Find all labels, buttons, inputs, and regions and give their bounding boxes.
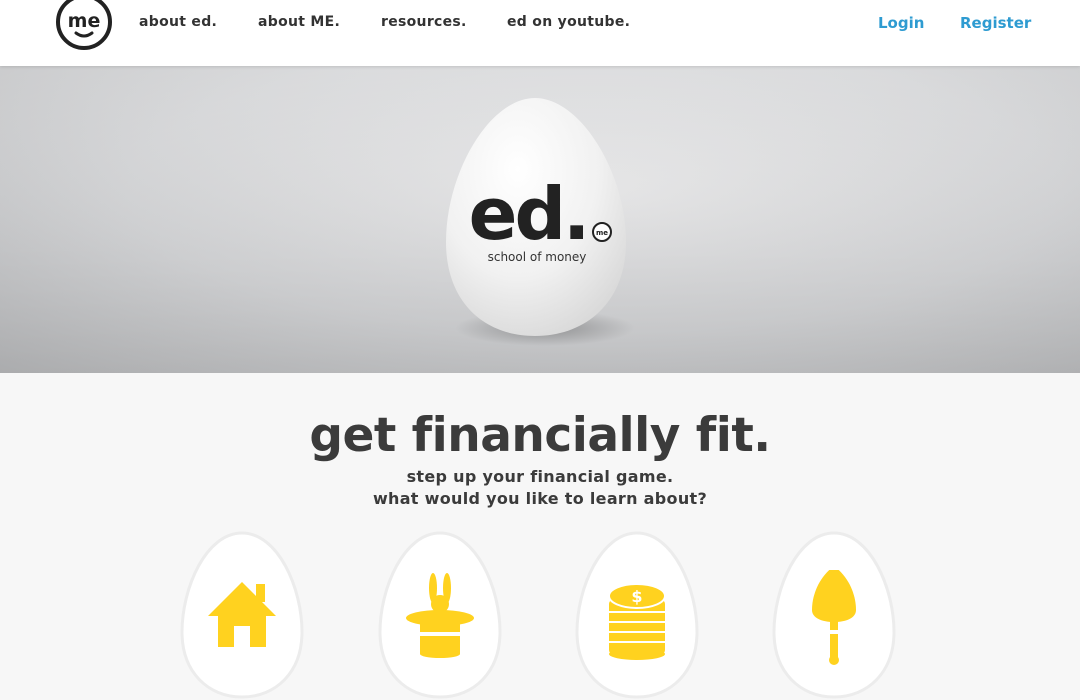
coin-stack-icon: $ (608, 583, 666, 660)
nav-ed-on-youtube[interactable]: ed on youtube. (507, 14, 630, 30)
nav-resources[interactable]: resources. (381, 14, 467, 30)
login-link[interactable]: Login (878, 14, 924, 32)
nav-about-me[interactable]: about ME. (258, 14, 340, 30)
page-headline: get financially fit. (309, 408, 771, 463)
magic-hat-icon (406, 573, 474, 658)
svg-text:me: me (68, 10, 101, 32)
site-header: me about ed. about ME. resources. ed on … (0, 0, 1080, 66)
svg-text:ed.: ed. (469, 172, 588, 256)
shovel-icon (812, 570, 856, 665)
nav-about-ed[interactable]: about ed. (139, 14, 217, 30)
register-link[interactable]: Register (960, 14, 1031, 32)
subheadline-1: step up your financial game. (406, 467, 674, 486)
hero-banner: ed. me school of money (0, 66, 1080, 373)
house-icon (208, 582, 276, 647)
subheadline-2: what would you like to learn about? (372, 489, 708, 508)
svg-text:school of money: school of money (488, 250, 587, 264)
me-logo[interactable]: me (55, 0, 113, 50)
svg-text:$: $ (631, 587, 642, 606)
hero-egg-logo: ed. me school of money (446, 98, 635, 346)
svg-text:me: me (596, 229, 608, 237)
